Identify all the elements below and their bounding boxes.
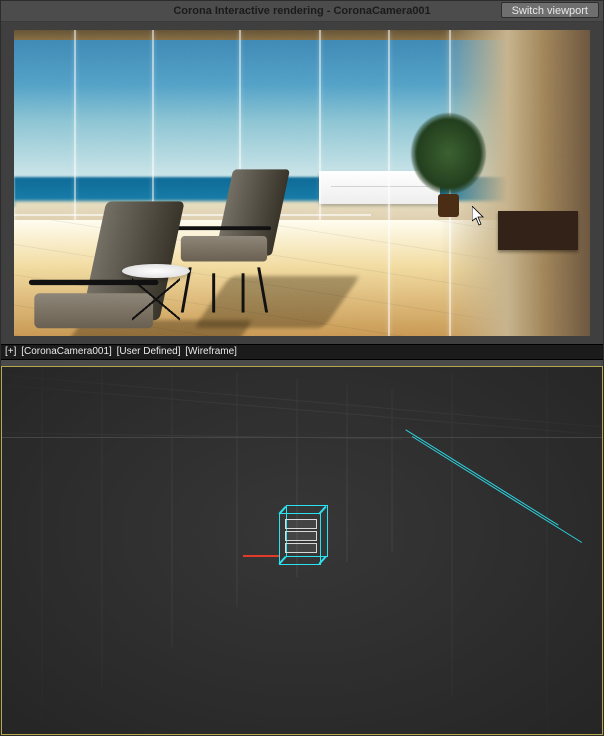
render-mullion: [74, 30, 76, 220]
titlebar: Corona Interactive rendering - CoronaCam…: [1, 1, 603, 22]
viewport-viewtype-label[interactable]: [User Defined]: [117, 346, 181, 357]
interactive-render-view[interactable]: [14, 30, 590, 336]
app-window: Corona Interactive rendering - CoronaCam…: [0, 0, 604, 736]
render-mullion: [152, 30, 154, 220]
viewport-label-bar[interactable]: [+] [CoronaCamera001] [User Defined] [Wi…: [1, 344, 603, 360]
render-mullion: [319, 30, 321, 220]
render-tv-stand: [498, 211, 579, 251]
viewport-shading-label[interactable]: [Wireframe]: [185, 346, 237, 357]
render-plant: [411, 113, 486, 217]
render-mullion: [388, 30, 390, 336]
window-title: Corona Interactive rendering - CoronaCam…: [173, 5, 430, 17]
viewport-camera-label[interactable]: [CoronaCamera001]: [21, 346, 112, 357]
gizmo-axis-x: [243, 555, 279, 557]
wireframe-viewport[interactable]: [1, 366, 603, 735]
switch-viewport-button[interactable]: Switch viewport: [501, 2, 599, 18]
viewport-maximize-toggle[interactable]: [+]: [5, 346, 16, 357]
wire-horizon: [2, 437, 602, 438]
selected-object-gizmo[interactable]: [271, 505, 331, 573]
render-side-table: [122, 264, 190, 328]
render-view-container: [1, 22, 603, 344]
